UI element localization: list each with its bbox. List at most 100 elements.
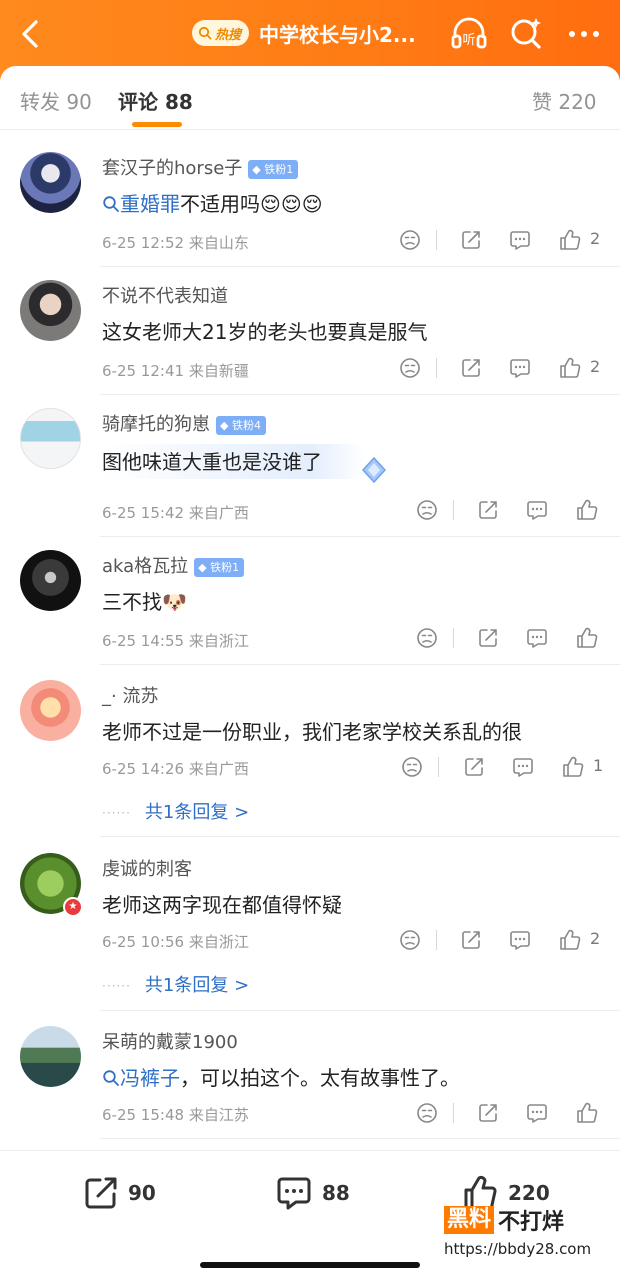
listen-headphone-icon[interactable]: 听 [448, 12, 490, 54]
view-replies-link[interactable]: ······ 共1条回复 > [102, 798, 249, 824]
comment-location: 来自广西 [188, 504, 249, 522]
search-icon [103, 196, 119, 212]
dislike-face-icon[interactable] [398, 356, 422, 380]
fan-badge-label: 铁粉1 [210, 560, 240, 574]
dislike-face-icon[interactable] [415, 1101, 439, 1125]
comment-icon[interactable] [508, 356, 532, 380]
comment-icon[interactable] [511, 755, 535, 779]
repost-count: 90 [128, 1181, 156, 1205]
avatar[interactable] [20, 152, 81, 213]
comment-location: 来自山东 [188, 234, 249, 252]
search-icon[interactable] [506, 12, 546, 52]
thumbs-up-icon[interactable] [561, 755, 585, 779]
like-count: 2 [590, 357, 601, 376]
topic-link[interactable]: 重婚罪 [120, 192, 180, 216]
topic-header[interactable]: 热搜 中学校长与小2... [192, 18, 416, 48]
comment-text: 这女老师大21岁的老头也要真是服气 [102, 320, 428, 344]
comment-meta: 6-25 15:42 来自广西 [102, 502, 249, 523]
tab-bar: 转发 90 评论 88 赞 220 [0, 66, 620, 130]
comment-location: 来自浙江 [188, 933, 249, 951]
dislike-face-icon[interactable] [398, 228, 422, 252]
watermark-brand-box: 黑料 [444, 1206, 495, 1234]
comment-time: 6-25 15:42 [102, 504, 185, 522]
comment-button[interactable]: 88 [274, 1173, 350, 1213]
thumbs-up-icon[interactable] [558, 928, 582, 952]
comment-location: 来自浙江 [188, 632, 249, 650]
repost-button[interactable]: 90 [82, 1173, 156, 1213]
comment-meta: 6-25 14:55 来自浙江 [102, 630, 249, 651]
share-icon[interactable] [459, 356, 483, 380]
comment-count: 88 [322, 1181, 350, 1205]
comment-icon[interactable] [508, 228, 532, 252]
comment-icon[interactable] [508, 928, 532, 952]
topic-title: 中学校长与小2... [259, 22, 416, 47]
avatar[interactable] [20, 680, 81, 741]
dislike-face-icon[interactable] [398, 928, 422, 952]
comment-time: 6-25 10:56 [102, 933, 185, 951]
reply-count-label[interactable]: 共1条回复 > [145, 802, 249, 823]
comment-author[interactable]: aka格瓦拉 ◆ 铁粉1 [102, 552, 245, 578]
avatar[interactable] [20, 408, 81, 469]
share-icon[interactable] [459, 228, 483, 252]
thumbs-up-icon[interactable] [558, 356, 582, 380]
thumbs-up-icon[interactable] [558, 228, 582, 252]
comment-icon[interactable] [525, 626, 549, 650]
author-name[interactable]: 骑摩托的狗崽 [102, 414, 210, 435]
avatar[interactable] [20, 550, 81, 611]
view-replies-link[interactable]: ······ 共1条回复 > [102, 971, 249, 997]
share-icon[interactable] [476, 626, 500, 650]
comment-location: 来自广西 [188, 760, 249, 778]
action-separator [453, 1103, 454, 1123]
like-count: 1 [593, 756, 604, 775]
action-separator [436, 358, 437, 378]
share-icon[interactable] [462, 755, 486, 779]
author-name[interactable]: aka格瓦拉 [102, 556, 188, 577]
dislike-face-icon[interactable] [415, 626, 439, 650]
dislike-face-icon[interactable] [400, 755, 424, 779]
action-separator [438, 757, 439, 777]
share-icon[interactable] [476, 1101, 500, 1125]
share-icon[interactable] [459, 928, 483, 952]
comment-author[interactable]: 呆萌的戴蒙1900 [102, 1028, 238, 1054]
like-count: 220 [508, 1181, 550, 1205]
author-name[interactable]: 套汉子的horse子 [102, 158, 242, 179]
divider [100, 836, 620, 837]
comment-author[interactable]: _· 流苏 [102, 682, 158, 708]
comment-author[interactable]: 套汉子的horse子 ◆ 铁粉1 [102, 154, 299, 180]
like-count: 2 [590, 929, 601, 948]
reply-count-label[interactable]: 共1条回复 > [145, 975, 249, 996]
divider [100, 266, 620, 267]
topic-link[interactable]: 冯裤子 [120, 1066, 180, 1090]
thumbs-up-icon[interactable] [575, 626, 599, 650]
active-tab-indicator [132, 122, 182, 127]
share-icon[interactable] [476, 498, 500, 522]
search-icon [198, 26, 212, 40]
back-arrow-icon[interactable] [12, 14, 52, 54]
comment-time: 6-25 14:55 [102, 632, 185, 650]
comment-time: 6-25 12:41 [102, 362, 185, 380]
comment-icon[interactable] [525, 1101, 549, 1125]
avatar[interactable] [20, 280, 81, 341]
comment-author[interactable]: 虔诚的刺客 [102, 855, 192, 881]
comment-text: 老师这两字现在都值得怀疑 [102, 893, 342, 917]
dislike-face-icon[interactable] [415, 498, 439, 522]
reply-dots: ······ [102, 806, 131, 820]
divider [100, 1010, 620, 1011]
thumbs-up-icon[interactable] [575, 498, 599, 522]
comment-text: 重婚罪不适用吗😌😌😌 [102, 188, 323, 217]
tab-likes[interactable]: 赞 220 [532, 86, 597, 115]
tab-comments[interactable]: 评论 88 [118, 86, 193, 115]
fan-badge-label: 铁粉1 [264, 162, 294, 176]
fan-badge: ◆ 铁粉4 [216, 415, 266, 435]
divider [100, 1138, 620, 1139]
fan-badge: ◆ 铁粉1 [194, 557, 245, 577]
comment-text: 老师不过是一份职业，我们老家学校关系乱的很 [102, 720, 522, 744]
avatar[interactable] [20, 1026, 81, 1087]
tab-repost[interactable]: 转发 90 [20, 86, 92, 115]
comment-icon[interactable] [525, 498, 549, 522]
comment-author[interactable]: 骑摩托的狗崽 ◆ 铁粉4 [102, 410, 266, 436]
thumbs-up-icon[interactable] [575, 1101, 599, 1125]
home-indicator[interactable] [200, 1262, 420, 1268]
more-options-icon[interactable] [564, 14, 604, 54]
comment-author[interactable]: 不说不代表知道 [102, 282, 228, 308]
